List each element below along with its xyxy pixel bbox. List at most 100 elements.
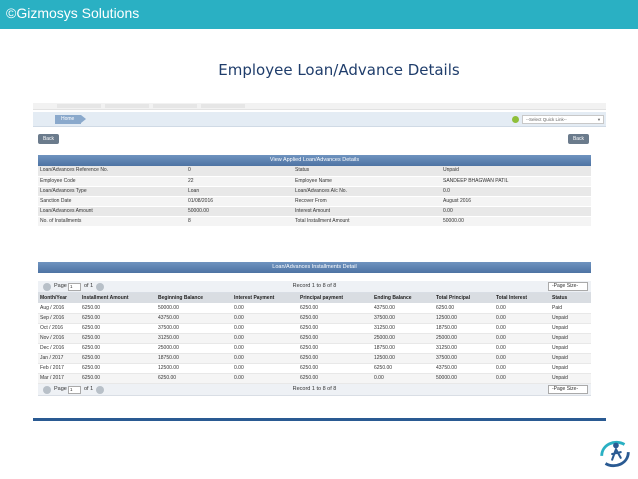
table-cell: 0.00 (494, 313, 550, 324)
table-cell: Unpaid (550, 373, 591, 384)
details-row: No. of Installments 8 Total Installment Am… (38, 216, 591, 227)
breadcrumb-home[interactable]: Home (55, 115, 86, 124)
column-header[interactable]: Beginning Balance (156, 293, 232, 303)
detail-label: Loan/Advances A/c No. (293, 186, 441, 197)
table-cell: 6250.00 (298, 343, 372, 354)
table-cell: 43750.00 (156, 313, 232, 324)
table-cell: 0.00 (232, 333, 298, 344)
table-cell: 0.00 (494, 333, 550, 344)
table-cell: 6250.00 (80, 363, 156, 374)
table-cell: 0.00 (494, 303, 550, 314)
breadcrumb: Home --Select Quick Link-- (33, 112, 606, 127)
table-cell: 6250.00 (372, 363, 434, 374)
detail-value: 0.0 (441, 186, 591, 197)
detail-value: 0 (186, 166, 293, 177)
table-cell: 43750.00 (434, 363, 494, 374)
table-cell: Oct / 2016 (38, 323, 80, 334)
table-row: Sep / 2016 6250.00 43750.00 0.00 6250.00 3750… (38, 313, 591, 324)
table-row: Mar / 2017 6250.00 6250.00 0.00 6250.00 0.00 5… (38, 373, 591, 384)
details-row: Loan/Advances Reference No. 0 Status Unpaid (38, 166, 591, 177)
table-row: Nov / 2016 6250.00 31250.00 0.00 6250.00 2500… (38, 333, 591, 344)
table-cell: 6250.00 (434, 303, 494, 314)
details-row: Loan/Advances Amount 50000.00 Interest Amo… (38, 206, 591, 217)
column-header[interactable]: Month/Year (38, 293, 80, 303)
table-cell: 50000.00 (156, 303, 232, 314)
details-row: Sanction Date 01/08/2016 Recover From Augus… (38, 196, 591, 207)
loan-details-table: Loan/Advances Reference No. 0 Status Unpaid… (38, 166, 591, 227)
table-cell: 25000.00 (434, 333, 494, 344)
column-header[interactable]: Status (550, 293, 591, 303)
table-cell: 6250.00 (80, 313, 156, 324)
table-cell: 12500.00 (372, 353, 434, 364)
table-row: Feb / 2017 6250.00 12500.00 0.00 6250.00 6250… (38, 363, 591, 374)
table-cell: 31250.00 (372, 323, 434, 334)
app-footer-line (33, 418, 606, 421)
detail-value: 50000.00 (186, 206, 293, 217)
table-cell: 0.00 (372, 373, 434, 384)
column-header[interactable]: Principal payment (298, 293, 372, 303)
detail-label: Sanction Date (38, 196, 186, 207)
table-cell: Unpaid (550, 333, 591, 344)
table-row: Jan / 2017 6250.00 18750.00 0.00 6250.00 1250… (38, 353, 591, 364)
column-header[interactable]: Ending Balance (372, 293, 434, 303)
back-button-left[interactable]: Back (38, 134, 59, 144)
table-cell: 0.00 (232, 313, 298, 324)
table-cell: Unpaid (550, 313, 591, 324)
detail-value: SANDEEP BHAGWAN PATIL (441, 176, 591, 187)
slide-header-bar: ©Gizmosys Solutions (0, 0, 638, 29)
column-header[interactable]: Installment Amount (80, 293, 156, 303)
column-header[interactable]: Total Principal (434, 293, 494, 303)
slide-title: Employee Loan/Advance Details (218, 61, 460, 79)
table-cell: Mar / 2017 (38, 373, 80, 384)
details-row: Loan/Advances Type Loan Loan/Advances A/c … (38, 186, 591, 197)
detail-label: Loan/Advances Type (38, 186, 186, 197)
table-cell: 37500.00 (434, 353, 494, 364)
page-size-select[interactable]: -Page Size- (548, 384, 588, 394)
table-cell: 6250.00 (156, 373, 232, 384)
table-cell: 50000.00 (434, 373, 494, 384)
table-cell: 6250.00 (80, 343, 156, 354)
table-cell: Unpaid (550, 343, 591, 354)
detail-value: 50000.00 (441, 216, 591, 227)
table-cell: 37500.00 (156, 323, 232, 334)
table-cell: 25000.00 (156, 343, 232, 354)
detail-label: Employee Code (38, 176, 186, 187)
table-cell: Feb / 2017 (38, 363, 80, 374)
quick-link-select[interactable]: --Select Quick Link-- (522, 115, 604, 124)
detail-value: 22 (186, 176, 293, 187)
table-cell: 6250.00 (298, 323, 372, 334)
table-cell: 6250.00 (298, 363, 372, 374)
column-header[interactable]: Interest Payment (232, 293, 298, 303)
app-top-menu-strip (33, 103, 606, 110)
detail-label: Loan/Advances Reference No. (38, 166, 186, 177)
table-cell: Nov / 2016 (38, 333, 80, 344)
detail-value: 8 (186, 216, 293, 227)
company-logo-icon (600, 440, 630, 468)
table-cell: Unpaid (550, 323, 591, 334)
page-size-select[interactable]: -Page Size- (548, 282, 588, 291)
record-count: Record 1 to 8 of 8 (292, 385, 337, 392)
installments-table: Month/Year Installment Amount Beginning Ba… (38, 293, 591, 384)
table-row: Oct / 2016 6250.00 37500.00 0.00 6250.00 3125… (38, 323, 591, 334)
table-cell: 6250.00 (298, 333, 372, 344)
table-cell: 12500.00 (156, 363, 232, 374)
table-cell: 0.00 (494, 323, 550, 334)
table-cell: 43750.00 (372, 303, 434, 314)
column-header[interactable]: Total Interest (494, 293, 550, 303)
back-button-right[interactable]: Back (568, 134, 589, 144)
table-cell: Unpaid (550, 353, 591, 364)
table-cell: 0.00 (494, 363, 550, 374)
table-cell: 18750.00 (156, 353, 232, 364)
pager-top: Page 1 of 1 Record 1 to 8 of 8 -Page Siz… (38, 281, 591, 293)
detail-label: Recover From (293, 196, 441, 207)
table-cell: Unpaid (550, 363, 591, 374)
detail-value: 01/08/2016 (186, 196, 293, 207)
detail-label: Interest Amount (293, 206, 441, 217)
table-cell: 0.00 (232, 353, 298, 364)
detail-value: August 2016 (441, 196, 591, 207)
pager-bottom: Page 1 of 1 Record 1 to 8 of 8 -Page Siz… (38, 383, 591, 396)
detail-label: Total Installment Amount (293, 216, 441, 227)
table-cell: Jan / 2017 (38, 353, 80, 364)
installments-header-row: Month/Year Installment Amount Beginning Ba… (38, 293, 591, 303)
table-cell: 25000.00 (372, 333, 434, 344)
